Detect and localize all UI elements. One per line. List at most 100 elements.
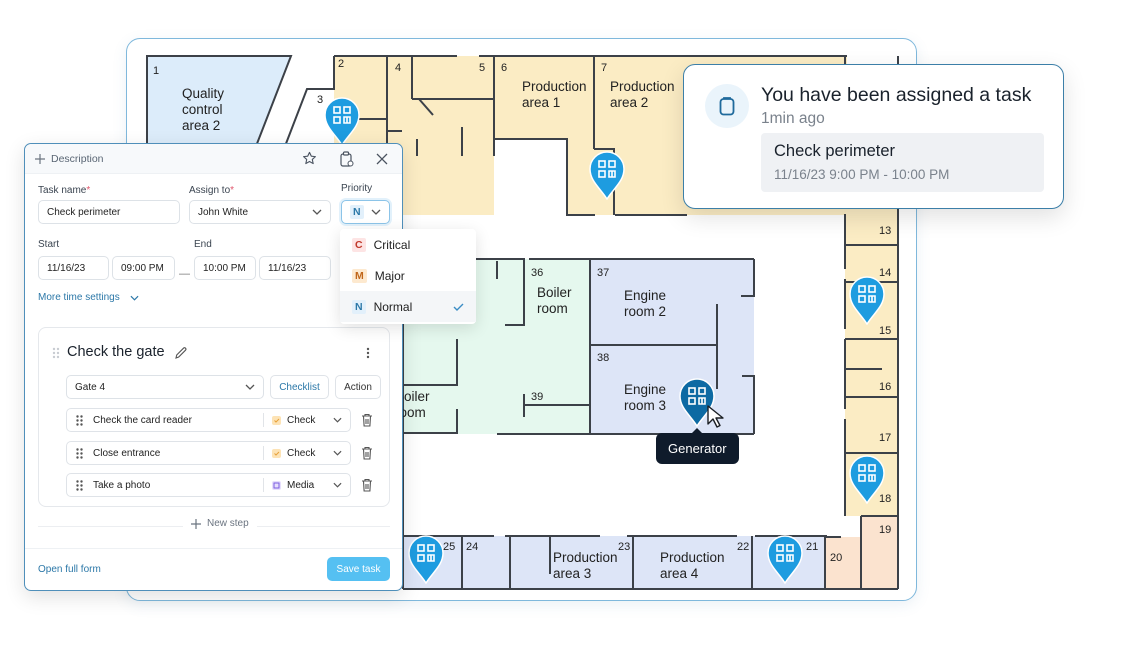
trash-icon[interactable] (361, 478, 373, 492)
save-task-button[interactable]: Save task (327, 557, 390, 581)
room-name: Production area 1 (522, 79, 587, 110)
form-header: Description (25, 144, 402, 174)
priority-option-label: Critical (373, 237, 411, 252)
clipboard-icon[interactable] (339, 150, 354, 167)
start-date-input[interactable]: 11/16/23 (38, 256, 109, 280)
more-time-label: More time settings (38, 292, 120, 303)
room-number: 23 (618, 541, 631, 553)
priority-option-label: Major (374, 268, 405, 283)
drag-handle-icon[interactable] (76, 414, 83, 426)
priority-option-major[interactable]: M Major (340, 260, 476, 291)
task-name-label: Task name* (38, 185, 91, 196)
room-name: Boiler room (537, 285, 572, 316)
close-icon[interactable] (376, 153, 388, 165)
room-number: 22 (737, 541, 750, 553)
new-step-divider: New step (38, 516, 390, 536)
mouse-cursor-icon (707, 405, 724, 428)
room-number: 20 (830, 552, 843, 564)
priority-select[interactable]: N (341, 200, 390, 224)
priority-badge: N (350, 205, 364, 219)
end-time-input[interactable]: 10:00 PM (194, 256, 256, 280)
room-number: 19 (879, 524, 892, 536)
pin-tooltip: Generator (656, 428, 739, 464)
room-name: Engine room 2 (624, 288, 667, 319)
new-step-button[interactable]: New step (183, 518, 257, 529)
room-name: Production area 2 (610, 79, 675, 110)
room-name: Engine room 3 (624, 382, 667, 413)
drag-handle-icon[interactable] (76, 447, 83, 459)
notification-task-time: 11/16/23 9:00 PM - 10:00 PM (774, 167, 950, 182)
checklist-item-text: Check the card reader (93, 414, 192, 426)
qr-pin-room-3[interactable] (323, 96, 361, 146)
open-full-form-link[interactable]: Open full form (38, 564, 101, 575)
checklist-button[interactable]: Checklist (270, 375, 329, 399)
checklist-item-text: Close entrance (93, 447, 161, 459)
room-number: 21 (806, 541, 819, 553)
start-date-value: 11/16/23 (47, 262, 86, 274)
form-footer: Open full form Save task (25, 548, 402, 590)
assign-to-value: John White (198, 206, 249, 218)
end-date-input[interactable]: 11/16/23 (259, 256, 331, 280)
trash-icon[interactable] (361, 446, 373, 460)
check-type-icon (272, 415, 281, 425)
star-icon[interactable] (302, 151, 317, 166)
more-options-icon[interactable] (366, 347, 370, 359)
checklist-item[interactable]: Close entrance Check (66, 441, 351, 465)
chevron-down-icon (371, 209, 381, 215)
room-number: 13 (879, 225, 892, 237)
room-name: Production area 4 (660, 550, 725, 581)
checklist-item-text: Take a photo (93, 479, 151, 491)
priority-badge: M (352, 268, 367, 283)
notification-icon-circle (705, 84, 749, 128)
priority-option-normal[interactable]: N Normal (340, 291, 476, 322)
pencil-icon[interactable] (174, 346, 188, 360)
task-name-input[interactable]: Check perimeter (38, 200, 180, 224)
assign-to-select[interactable]: John White (189, 200, 331, 224)
room-number: 17 (879, 432, 892, 444)
checkmark-icon (453, 303, 464, 311)
notification-task-name: Check perimeter (774, 142, 896, 160)
item-type-value: Check (287, 414, 316, 426)
action-button[interactable]: Action (335, 375, 381, 399)
room-number: 36 (531, 267, 544, 279)
checklist-item[interactable]: Check the card reader Check (66, 408, 351, 432)
item-type-select[interactable]: Check (264, 448, 350, 459)
add-description-button[interactable]: Description (35, 153, 104, 165)
drag-handle-icon[interactable] (52, 347, 60, 359)
range-dash: — (179, 268, 190, 280)
more-time-settings-link[interactable]: More time settings (38, 292, 139, 303)
start-label: Start (38, 239, 60, 250)
drag-handle-icon[interactable] (76, 479, 83, 491)
room-number: 5 (479, 62, 486, 74)
step-title: Check the gate (67, 344, 165, 360)
room-number: 1 (153, 65, 160, 77)
location-select[interactable]: Gate 4 (66, 375, 264, 399)
chevron-down-icon (333, 482, 342, 488)
task-notification[interactable]: You have been assigned a task 1min ago C… (683, 64, 1064, 209)
start-time-input[interactable]: 09:00 PM (112, 256, 175, 280)
qr-pin-production-area-2[interactable] (588, 150, 626, 200)
item-type-select[interactable]: Check (264, 415, 350, 426)
plus-icon (35, 153, 45, 164)
room-number: 37 (597, 267, 610, 279)
priority-option-label: Normal (373, 299, 413, 314)
qr-pin-room-21[interactable] (766, 534, 804, 584)
qr-pin-room-18[interactable] (848, 454, 886, 504)
room-number: 2 (338, 58, 345, 70)
checklist-item[interactable]: Take a photo Media (66, 473, 351, 497)
trash-icon[interactable] (361, 413, 373, 427)
room-number: 7 (601, 62, 608, 74)
item-type-select[interactable]: Media (264, 480, 350, 491)
clipboard-icon (719, 97, 735, 116)
qr-pin-room-25[interactable] (407, 534, 445, 584)
description-label: Description (51, 152, 104, 165)
room-number: 4 (395, 62, 402, 74)
priority-option-critical[interactable]: C Critical (340, 229, 476, 260)
qr-pin-room-14[interactable] (848, 275, 886, 325)
notification-title: You have been assigned a task (761, 84, 1032, 106)
notification-task-card[interactable]: Check perimeter 11/16/23 9:00 PM - 10:00… (761, 133, 1044, 192)
check-type-icon (272, 448, 281, 458)
room-number: 24 (466, 541, 479, 553)
engine-room-3-fill (590, 345, 754, 434)
task-name-value: Check perimeter (47, 206, 121, 218)
